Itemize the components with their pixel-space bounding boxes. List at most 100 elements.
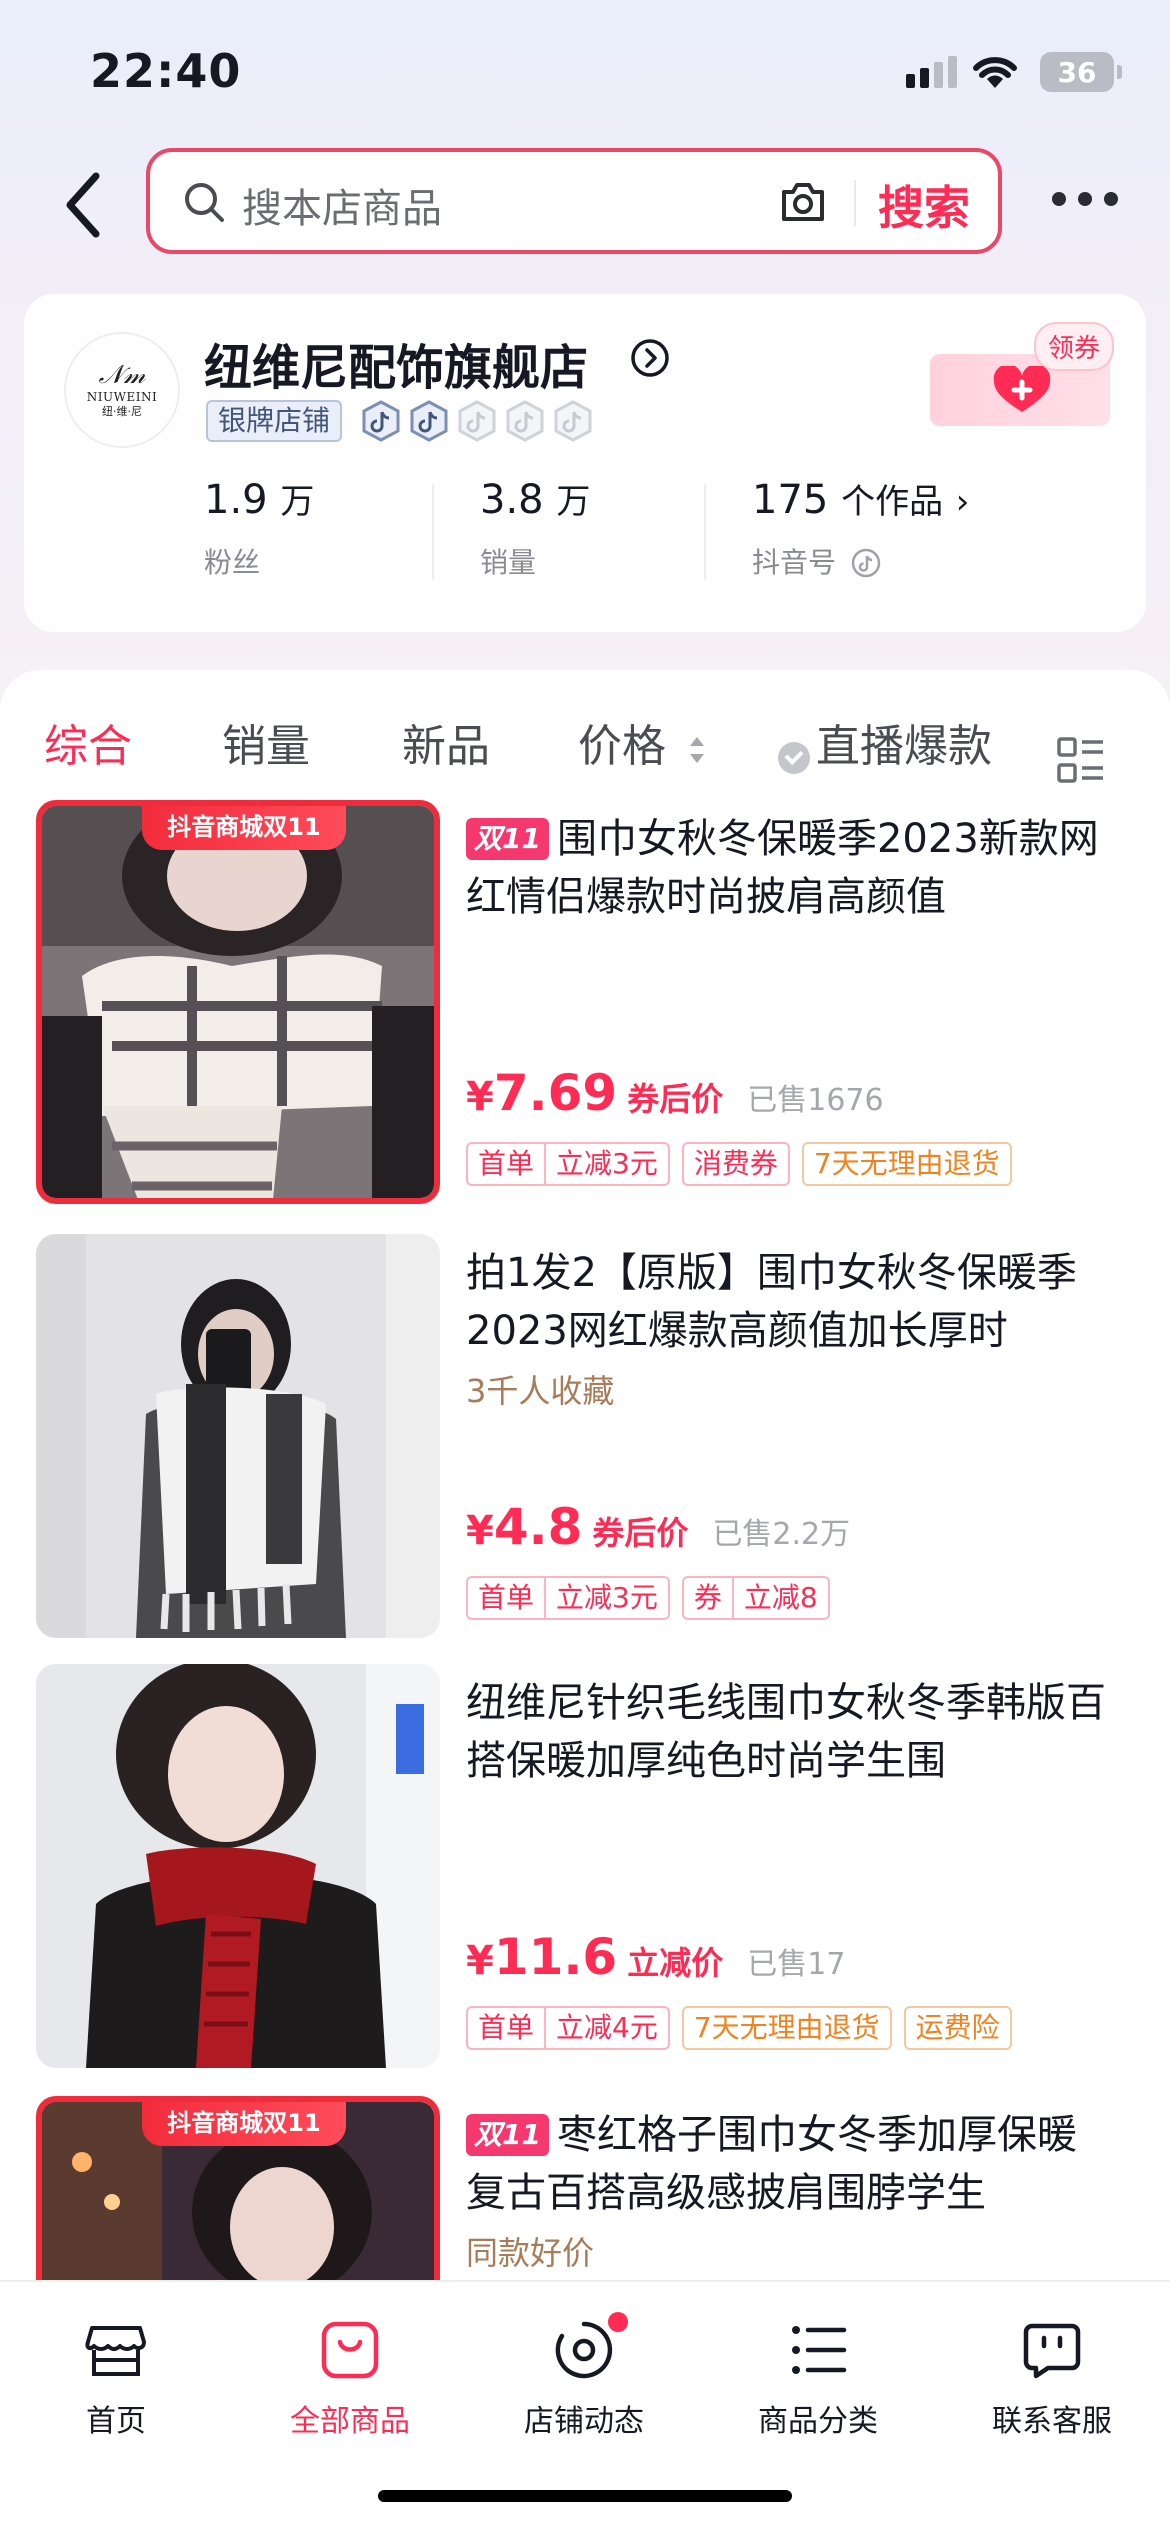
currency-symbol: ¥ xyxy=(466,1938,494,1984)
battery-icon: 36 xyxy=(1040,52,1122,92)
promo-tag: 首单 立减3元 xyxy=(466,1576,670,1620)
product-title-text: 纽维尼针织毛线围巾女秋冬季韩版百搭保暖加厚纯色时尚学生围 xyxy=(466,1680,1106,1784)
promo-tag-part: 首单 xyxy=(478,1147,535,1180)
search-icon xyxy=(185,183,224,222)
status-time: 22:40 xyxy=(90,44,242,98)
shop-info-card: 𝒩𝓂 NIUWEINI 纽·维·尼 纽维尼配饰旗舰店 银牌店铺 领券 1.9 万… xyxy=(24,294,1146,632)
promo-tag-part: 立减3元 xyxy=(544,1578,668,1618)
douyin-badge-icon xyxy=(410,400,448,442)
battery-level: 36 xyxy=(1057,55,1097,89)
product-price-row: ¥11.6 立减价 已售17 xyxy=(466,1928,845,1986)
tab-new[interactable]: 新品 xyxy=(402,710,490,774)
search-bar[interactable]: 搜本店商品 搜索 xyxy=(146,148,1002,254)
nav-shop-updates[interactable]: 店铺动态 xyxy=(484,2312,684,2440)
stat-unit: 万 xyxy=(556,482,591,522)
promo-tag-part: 首单 xyxy=(478,1581,535,1614)
promo-tag: 首单 立减4元 xyxy=(466,2006,670,2050)
promo-tags: 首单 立减3元 消费券 7天无理由退货 xyxy=(466,1142,1012,1186)
chevron-right-circle-icon[interactable] xyxy=(630,338,670,378)
promo-tag: 券立减8 xyxy=(681,1576,830,1620)
product-title[interactable]: 纽维尼针织毛线围巾女秋冬季韩版百搭保暖加厚纯色时尚学生围 xyxy=(466,1674,1106,1790)
nav-label: 全部商品 xyxy=(290,2404,410,2439)
nav-label: 商品分类 xyxy=(758,2404,878,2439)
product-title[interactable]: 双11 围巾女秋冬保暖季2023新款网红情侣爆款时尚披肩高颜值 xyxy=(466,810,1106,926)
shop-stats: 1.9 万 粉丝 3.8 万 销量 175 个作品 › 抖音号 xyxy=(24,474,1146,604)
search-button[interactable]: 搜索 xyxy=(878,172,970,238)
product-title-text: 枣红格子围巾女冬季加厚保暖复古百搭高级感披肩围脖学生 xyxy=(466,2112,1077,2216)
layout-toggle-icon[interactable] xyxy=(1056,736,1106,784)
favorites-count: 3千人收藏 xyxy=(466,1372,615,1410)
douyin-badge-icon xyxy=(554,400,592,442)
price-label: 券后价 xyxy=(592,1514,689,1552)
product-image[interactable]: 抖音商城双11 xyxy=(36,800,440,1204)
product-price: 11.6 xyxy=(493,1928,618,1986)
stat-fans[interactable]: 1.9 万 粉丝 xyxy=(204,474,314,581)
currency-symbol: ¥ xyxy=(466,1074,494,1120)
nav-customer-service[interactable]: 联系客服 xyxy=(952,2318,1152,2440)
sold-count: 已售1676 xyxy=(747,1083,884,1118)
product-photo xyxy=(42,806,434,1198)
stat-divider xyxy=(704,484,706,580)
status-bar: 22:40 36 xyxy=(0,0,1170,140)
stat-label: 抖音号 xyxy=(752,546,837,579)
stat-divider xyxy=(432,484,434,580)
search-divider xyxy=(854,180,856,226)
stat-unit: 万 xyxy=(280,482,315,522)
signal-icon xyxy=(906,56,957,88)
product-title[interactable]: 双11 枣红格子围巾女冬季加厚保暖复古百搭高级感披肩围脖学生 xyxy=(466,2106,1106,2222)
heart-plus-icon xyxy=(993,366,1051,412)
product-title[interactable]: 拍1发2【原版】围巾女秋冬保暖季2023网红爆款高颜值加长厚时 xyxy=(466,1244,1106,1360)
tab-live-hot[interactable]: 直播爆款 xyxy=(816,710,992,774)
store-icon xyxy=(85,2326,146,2376)
shop-name[interactable]: 纽维尼配饰旗舰店 xyxy=(204,328,588,398)
check-circle-icon xyxy=(778,742,810,774)
double11-badge: 双11 xyxy=(466,818,549,860)
chevron-right-icon: › xyxy=(955,482,970,522)
shop-logo[interactable]: 𝒩𝓂 NIUWEINI 纽·维·尼 xyxy=(64,332,180,448)
douyin-badge-icon xyxy=(362,400,400,442)
stat-value: 1.9 xyxy=(204,477,268,523)
service-tag: 7天无理由退货 xyxy=(681,2006,892,2050)
promo-tag-part: 消费券 xyxy=(693,1147,778,1180)
product-photo xyxy=(36,1234,440,1638)
camera-icon[interactable] xyxy=(778,180,828,224)
service-tag: 运费险 xyxy=(903,2006,1012,2050)
search-input[interactable]: 搜本店商品 xyxy=(242,176,442,234)
nav-home[interactable]: 首页 xyxy=(16,2318,216,2440)
bag-icon xyxy=(321,2321,379,2379)
price-label: 立减价 xyxy=(627,1944,724,1982)
promo-tag-part: 立减8 xyxy=(731,1578,828,1618)
douyin-icon xyxy=(851,548,881,578)
promo-tag: 消费券 xyxy=(681,1142,790,1186)
sold-count: 已售17 xyxy=(747,1947,846,1982)
promo-tags: 首单 立减4元 7天无理由退货 运费险 xyxy=(466,2006,1012,2050)
product-list-panel: 综合 销量 新品 价格 直播爆款 抖音商城双11 双11 围巾女秋冬保暖季202… xyxy=(0,670,1170,2280)
product-image[interactable] xyxy=(36,1234,440,1638)
product-price: 4.8 xyxy=(493,1498,583,1556)
more-icon[interactable] xyxy=(1052,192,1118,206)
stat-sales[interactable]: 3.8 万 销量 xyxy=(480,474,590,581)
stat-value: 3.8 xyxy=(480,477,544,523)
price-label: 券后价 xyxy=(627,1080,724,1118)
product-photo xyxy=(36,1664,440,2068)
coupon-button[interactable]: 领券 xyxy=(930,322,1114,426)
category-icon xyxy=(792,2326,847,2374)
product-price-row: ¥7.69 券后价 已售1676 xyxy=(466,1064,884,1122)
promo-tags: 首单 立减3元 券立减8 xyxy=(466,1576,830,1620)
nav-all-products[interactable]: 全部商品 xyxy=(250,2318,450,2440)
douyin-badge-icon xyxy=(458,400,496,442)
tab-price[interactable]: 价格 xyxy=(578,710,666,774)
product-image[interactable]: 抖音商城双11 xyxy=(36,2096,440,2280)
tab-comprehensive[interactable]: 综合 xyxy=(44,710,132,774)
product-title-text: 拍1发2【原版】围巾女秋冬保暖季2023网红爆款高颜值加长厚时 xyxy=(466,1250,1077,1354)
silver-shop-badge: 银牌店铺 xyxy=(206,400,343,442)
product-image[interactable] xyxy=(36,1664,440,2068)
logo-text: NIUWEINI xyxy=(86,390,158,404)
nav-label: 联系客服 xyxy=(992,2404,1112,2439)
double11-banner: 抖音商城双11 xyxy=(142,2102,346,2146)
stat-label: 粉丝 xyxy=(204,546,261,579)
stat-works[interactable]: 175 个作品 › 抖音号 xyxy=(752,474,969,581)
tab-sales[interactable]: 销量 xyxy=(222,710,310,774)
nav-categories[interactable]: 商品分类 xyxy=(718,2318,918,2440)
back-arrow-icon[interactable] xyxy=(56,170,116,240)
